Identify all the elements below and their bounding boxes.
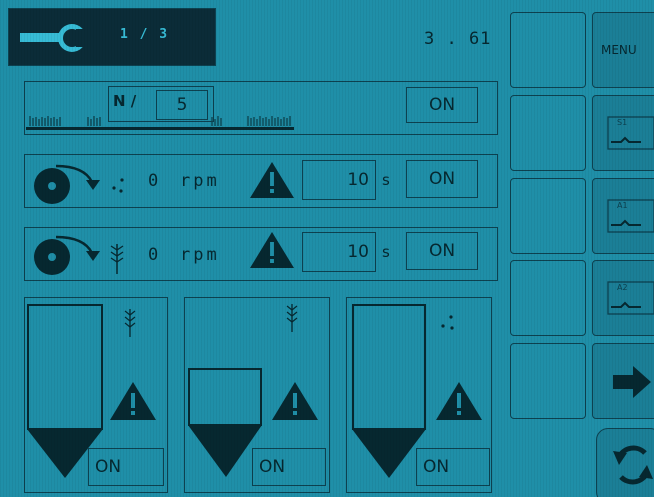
fan-2-time-value: 10	[347, 242, 369, 262]
wrench-icon	[18, 18, 90, 58]
terminal-screen: 1 / 3 3 . 61 N / 5 ON 0 rpm 10 s ON 0 rp…	[0, 0, 654, 497]
fan-2-speed-unit: rpm	[180, 245, 220, 265]
monitor-a1-button[interactable]: A1	[592, 178, 654, 254]
chart-icon	[607, 281, 654, 315]
chart-label-a2: A2	[617, 283, 628, 292]
seed-row-toggle[interactable]: ON	[406, 87, 478, 123]
fan-2-toggle[interactable]: ON	[406, 232, 478, 270]
fan-2-speed: 0	[148, 245, 159, 265]
fan-1-toggle[interactable]: ON	[406, 160, 478, 198]
wheat-icon	[286, 304, 298, 332]
seed-counter-value[interactable]: 5	[156, 90, 208, 120]
fan-1-time-value: 10	[347, 170, 369, 190]
menu-label: MENU	[601, 43, 637, 57]
wheat-icon	[110, 244, 124, 274]
chart-label-s1: S1	[617, 118, 628, 127]
warning-icon	[436, 382, 482, 420]
refresh-icon	[613, 445, 653, 485]
hopper-3-toggle[interactable]: ON	[416, 448, 490, 486]
fan-1-speed: 0	[148, 171, 159, 191]
hopper-1-toggle[interactable]: ON	[88, 448, 164, 486]
seed-counter-prefix: N /	[113, 92, 137, 110]
warning-icon	[250, 162, 294, 198]
fertilizer-icon	[441, 315, 454, 330]
chart-icon	[607, 116, 654, 150]
warning-icon	[110, 382, 156, 420]
softkey-4[interactable]	[510, 260, 586, 336]
warning-icon	[272, 382, 318, 420]
fan-1-time-unit: s	[382, 171, 390, 189]
version-number: 3 . 61	[424, 29, 492, 49]
monitor-a2-button[interactable]: A2	[592, 260, 654, 336]
softkey-5[interactable]	[510, 343, 586, 419]
fan-icon	[34, 164, 100, 204]
chart-label-a1: A1	[617, 201, 628, 210]
chart-icon	[607, 199, 654, 233]
hopper-2-toggle[interactable]: ON	[252, 448, 326, 486]
menu-button[interactable]: MENU	[592, 12, 654, 88]
arrow-right-icon	[613, 366, 651, 398]
fan-2-time[interactable]: 10	[302, 232, 376, 272]
next-page-button[interactable]	[592, 343, 654, 419]
page-indicator: 1 / 3	[120, 27, 170, 42]
fan-2-time-unit: s	[382, 243, 390, 261]
wheat-icon	[124, 309, 136, 337]
refresh-button[interactable]	[596, 428, 654, 497]
softkey-3[interactable]	[510, 178, 586, 254]
softkey-2[interactable]	[510, 95, 586, 171]
softkey-1[interactable]	[510, 12, 586, 88]
fan-1-time[interactable]: 10	[302, 160, 376, 200]
fan-1-speed-unit: rpm	[180, 171, 220, 191]
fertilizer-icon	[112, 178, 124, 193]
warning-icon	[250, 232, 294, 268]
fan-icon	[34, 235, 100, 275]
monitor-s1-button[interactable]: S1	[592, 95, 654, 171]
